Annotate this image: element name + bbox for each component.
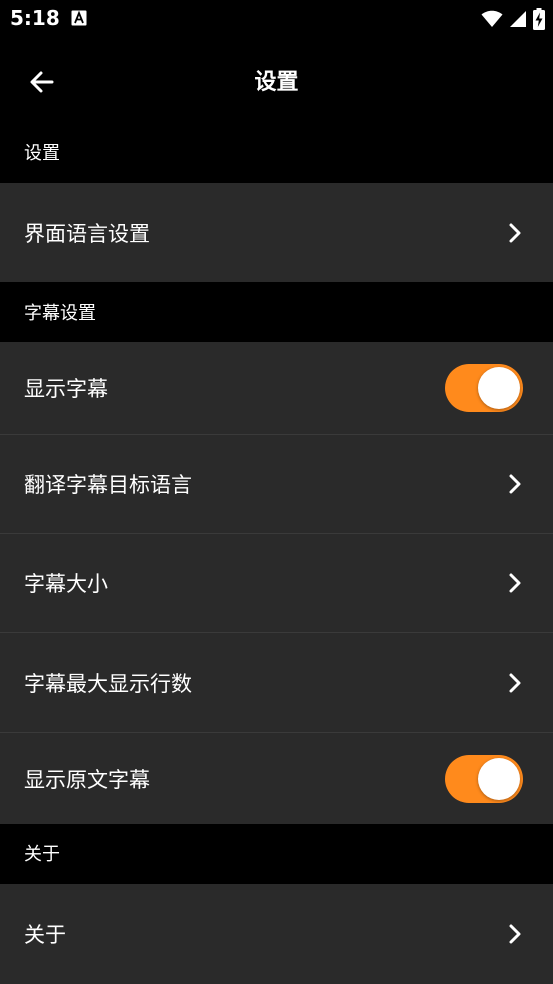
section-header-about: 关于: [0, 824, 553, 884]
page-title: 设置: [254, 70, 299, 95]
interface-language-row[interactable]: 界面语言设置: [0, 183, 553, 282]
status-bar: 5:18: [0, 0, 553, 40]
chevron-right-icon: [509, 924, 521, 944]
show-subtitles-row[interactable]: 显示字幕: [0, 342, 553, 434]
battery-charging-icon: [533, 8, 545, 30]
show-original-toggle[interactable]: [445, 754, 523, 803]
chevron-right-icon: [509, 223, 521, 242]
app-bar: 设置: [0, 40, 553, 120]
section-header-subtitle: 字幕设置: [0, 282, 553, 342]
subtitle-size-label: 字幕大小: [24, 572, 108, 596]
translate-target-language-label: 翻译字幕目标语言: [24, 473, 192, 497]
font-notification-icon: [71, 10, 87, 26]
show-subtitles-toggle[interactable]: [445, 364, 523, 412]
wifi-icon: [481, 10, 503, 27]
max-lines-label: 字幕最大显示行数: [24, 671, 192, 696]
translate-target-language-row[interactable]: 翻译字幕目标语言: [0, 435, 553, 533]
interface-language-label: 界面语言设置: [24, 221, 150, 246]
toggle-knob: [478, 367, 520, 409]
max-lines-row[interactable]: 字幕最大显示行数: [0, 633, 553, 732]
toggle-knob: [478, 757, 520, 800]
about-row[interactable]: 关于: [0, 884, 553, 984]
show-subtitles-label: 显示字幕: [24, 377, 108, 401]
show-original-row[interactable]: 显示原文字幕: [0, 733, 553, 824]
chevron-right-icon: [509, 474, 521, 494]
status-time: 5:18: [10, 6, 60, 30]
show-original-label: 显示原文字幕: [24, 767, 150, 792]
status-icons: [481, 8, 545, 30]
section-header-settings: 设置: [0, 120, 553, 183]
about-label: 关于: [24, 923, 66, 947]
chevron-right-icon: [509, 573, 521, 593]
chevron-right-icon: [509, 673, 521, 692]
subtitle-size-row[interactable]: 字幕大小: [0, 534, 553, 632]
signal-icon: [510, 11, 526, 27]
